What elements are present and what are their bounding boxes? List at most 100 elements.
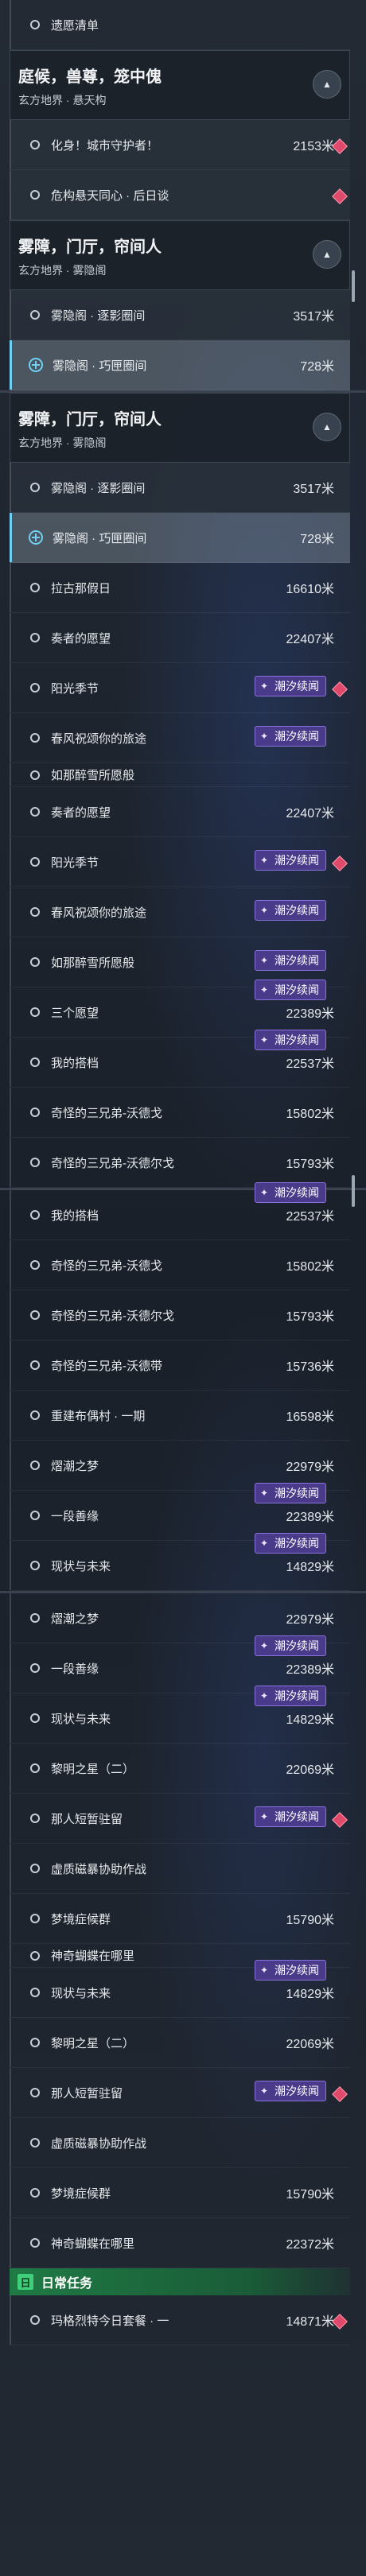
quest-item-selected[interactable]: 雾隐阁 · 巧匣圈间 728米 <box>10 513 350 563</box>
row-guide-line <box>10 120 11 169</box>
quest-name: 重建布偶村 · 一期 <box>51 1409 146 1423</box>
tag-label: 潮汐续闻 <box>274 1186 319 1199</box>
quest-item[interactable]: 奏者的愿望 22407米 <box>10 613 350 663</box>
quest-name: 化身！城市守护者！ <box>51 138 159 153</box>
quest-item[interactable]: 阳光季节 ✦ 潮汐续闻 <box>10 663 350 713</box>
quest-distance: 2153米 <box>293 140 334 153</box>
quest-circle-icon <box>30 1988 40 1997</box>
quest-name: 我的搭档 <box>51 1208 99 1223</box>
quest-item[interactable]: 我的搭档 22537米 ✦ 潮汐续闻 <box>10 1182 350 1240</box>
tide-icon: ✦ <box>260 1187 269 1198</box>
collapse-button[interactable]: ▲ <box>313 413 341 441</box>
quest-item[interactable]: 拉古那假日 16610米 <box>10 563 350 613</box>
quest-distance: 22069米 <box>286 2038 335 2051</box>
row-guide-line <box>10 1088 11 1137</box>
collapse-button[interactable]: ▲ <box>313 70 341 99</box>
quest-group-header[interactable]: 雾障，门厅，帘间人 玄方地界 · 雾隐阁 ▲ <box>10 220 350 290</box>
quest-item[interactable]: 雾隐阁 · 逐影圈间 3517米 <box>10 463 350 513</box>
quest-item[interactable]: 奇怪的三兄弟-沃德尔戈 15793米 <box>10 1138 350 1188</box>
quest-circle-icon <box>30 1210 40 1220</box>
quest-name: 遗愿清单 <box>51 18 99 33</box>
quest-distance: 22979米 <box>286 1461 335 1474</box>
quest-item[interactable]: 我的搭档 22537米 ✦ 潮汐续闻 <box>10 1030 350 1088</box>
row-guide-line <box>10 0 11 49</box>
tide-tag: ✦ 潮汐续闻 <box>255 1533 326 1554</box>
quest-item[interactable]: 春风祝颂你的旅途 ✦ 潮汐续闻 <box>10 713 350 763</box>
quest-distance: 14829米 <box>286 1561 335 1574</box>
row-guide-line <box>10 2018 11 2067</box>
row-guide-line <box>10 290 11 339</box>
row-guide-line <box>10 1944 11 1967</box>
quest-name: 一段善缘 <box>51 1509 99 1523</box>
quest-group-header[interactable]: 庭候，兽尊，笼中傀 玄方地界 · 悬天构 ▲ <box>10 50 350 120</box>
quest-circle-icon <box>30 2138 40 2147</box>
row-guide-line <box>10 787 11 836</box>
scrollbar[interactable] <box>352 270 355 302</box>
quest-distance: 15793米 <box>286 1310 335 1324</box>
quest-item[interactable]: 雾隐阁 · 逐影圈间 3517米 <box>10 290 350 340</box>
tag-label: 潮汐续闻 <box>274 983 319 996</box>
row-guide-line <box>10 463 11 512</box>
row-guide-line <box>10 1968 11 2017</box>
quest-circle-icon <box>30 1410 40 1420</box>
quest-item[interactable]: 奇怪的三兄弟-沃德戈 15802米 <box>10 1240 350 1290</box>
quest-item[interactable]: 奇怪的三兄弟-沃德戈 15802米 <box>10 1088 350 1138</box>
quest-item-selected[interactable]: 雾隐阁 · 巧匣圈间 728米 <box>10 340 350 390</box>
quest-item[interactable]: 奇怪的三兄弟-沃德带 15736米 <box>10 1340 350 1391</box>
quest-item[interactable]: 那人短暂驻留 ✦ 潮汐续闻 <box>10 2068 350 2118</box>
quest-item[interactable]: 阳光季节 ✦ 潮汐续闻 <box>10 837 350 887</box>
quest-item[interactable]: 危构悬天同心 · 后日谈 <box>10 170 350 220</box>
quest-item[interactable]: 玛格烈特今日套餐 · 一 14871米 <box>10 2295 350 2345</box>
row-guide-line <box>10 1190 11 1240</box>
quest-distance: 22537米 <box>286 1210 335 1224</box>
quest-distance: 16598米 <box>286 1410 335 1424</box>
quest-item[interactable]: 那人短暂驻留 ✦ 潮汐续闻 <box>10 1794 350 1844</box>
quest-item[interactable]: 现状与未来 14829米 ✦ 潮汐续闻 <box>10 1686 350 1744</box>
quest-item[interactable]: 春风祝颂你的旅途 ✦ 潮汐续闻 <box>10 887 350 937</box>
quest-distance: 3517米 <box>293 483 334 496</box>
quest-circle-icon <box>30 1763 40 1773</box>
quest-item[interactable]: 虚质磁暴协助作战 <box>10 1844 350 1894</box>
quest-item[interactable]: 虚质磁暴协助作战 <box>10 2118 350 2168</box>
quest-item[interactable]: 黎明之星（二） 22069米 <box>10 1744 350 1794</box>
collapse-button[interactable]: ▲ <box>313 240 341 269</box>
quest-name: 现状与未来 <box>51 1986 111 2000</box>
quest-name: 奇怪的三兄弟-沃德戈 <box>51 1106 162 1120</box>
quest-item[interactable]: 重建布偶村 · 一期 16598米 <box>10 1391 350 1441</box>
quest-name: 黎明之星（二） <box>51 2036 135 2050</box>
quest-name: 雾隐阁 · 逐影圈间 <box>51 308 146 323</box>
row-guide-line <box>10 2295 11 2345</box>
quest-group-location: 玄方地界 · 雾隐阁 <box>18 264 107 277</box>
quest-item[interactable]: 遗愿清单 <box>10 0 350 50</box>
quest-item[interactable]: 化身！城市守护者！ 2153米 <box>10 120 350 170</box>
quest-name: 奇怪的三兄弟-沃德戈 <box>51 1259 162 1273</box>
quest-circle-icon <box>30 633 40 642</box>
selection-bar <box>10 340 12 390</box>
quest-name: 雾隐阁 · 巧匣圈间 <box>53 359 147 373</box>
quest-distance: 728米 <box>300 360 334 374</box>
scrollbar[interactable] <box>352 1175 355 1207</box>
row-guide-line <box>10 563 11 612</box>
tag-label: 潮汐续闻 <box>274 904 319 917</box>
quest-item[interactable]: 如那醉雪所愿般 <box>10 763 350 787</box>
quest-item[interactable]: 现状与未来 14829米 ✦ 潮汐续闻 <box>10 1533 350 1591</box>
row-guide-line <box>10 887 11 937</box>
row-guide-line <box>10 2118 11 2167</box>
quest-distance: 22389米 <box>286 1663 335 1677</box>
quest-group-header[interactable]: 雾障，门厅，帘间人 玄方地界 · 雾隐阁 ▲ <box>10 393 350 463</box>
quest-circle-icon <box>30 483 40 492</box>
daily-quest-header[interactable]: 日日常任务 <box>10 2268 350 2295</box>
quest-item[interactable]: 现状与未来 14829米 ✦ 潮汐续闻 <box>10 1960 350 2018</box>
quest-distance: 728米 <box>300 533 334 546</box>
quest-circle-icon <box>30 1663 40 1673</box>
quest-item[interactable]: 黎明之星（二） 22069米 <box>10 2018 350 2068</box>
quest-distance: 15736米 <box>286 1360 335 1374</box>
quest-item[interactable]: 奏者的愿望 22407米 <box>10 787 350 837</box>
quest-item[interactable]: 神奇蝴蝶在哪里 22372米 <box>10 2218 350 2268</box>
quest-item[interactable]: 梦境症候群 15790米 <box>10 2168 350 2218</box>
quest-name: 虚质磁暴协助作战 <box>51 1862 147 1876</box>
quest-circle-icon <box>30 1713 40 1723</box>
quest-distance: 22069米 <box>286 1763 335 1777</box>
quest-item[interactable]: 梦境症候群 15790米 <box>10 1894 350 1944</box>
quest-item[interactable]: 奇怪的三兄弟-沃德尔戈 15793米 <box>10 1290 350 1340</box>
